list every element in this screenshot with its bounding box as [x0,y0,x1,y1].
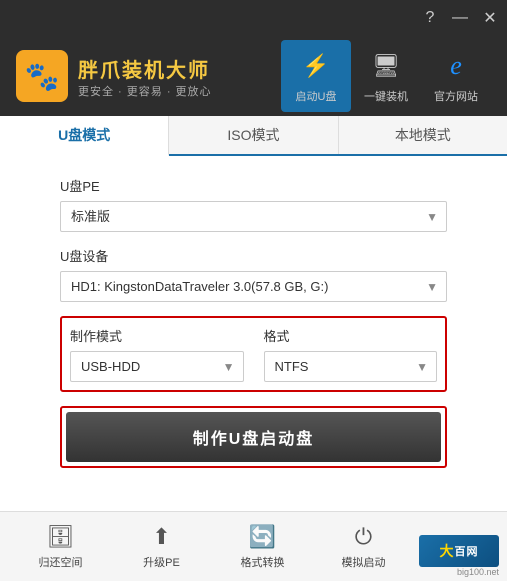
format-select-wrapper: NTFS ▼ [264,351,438,382]
tabs: U盘模式 ISO模式 本地模式 [0,116,507,156]
toolbar-upgrade[interactable]: ⬆ 升级PE [132,524,192,570]
toolbar-restore[interactable]: 🗄 归还空间 [31,524,91,570]
logo-text: 胖爪装机大师 更安全 · 更容易 · 更放心 [78,54,212,99]
official-icon: e [438,48,474,84]
mode-select[interactable]: USB-HDD [71,352,243,381]
app-window: ? — ✕ 🐾 胖爪装机大师 更安全 · 更容易 · 更放心 ⚡ 启动U盘 🖥 … [0,0,507,581]
logo-icon: 🐾 [16,50,68,102]
create-usb-button[interactable]: 制作U盘启动盘 [66,412,441,462]
tab-local-mode[interactable]: 本地模式 [339,116,507,154]
mode-select-wrapper: USB-HDD ▼ [70,351,244,382]
device-select[interactable]: HD1: KingstonDataTraveler 3.0(57.8 GB, G… [61,272,446,301]
format-convert-label: 格式转换 [241,554,285,570]
pe-group: U盘PE 标准版 ▼ [60,176,447,232]
logo-area: 🐾 胖爪装机大师 更安全 · 更容易 · 更放心 [16,50,281,102]
device-select-wrapper: HD1: KingstonDataTraveler 3.0(57.8 GB, G… [60,271,447,302]
nav-item-usb[interactable]: ⚡ 启动U盘 [281,40,351,112]
tab-usb-mode[interactable]: U盘模式 [0,116,169,156]
usb-icon: ⚡ [298,48,334,84]
restore-icon: 🗄 [47,524,75,550]
title-minimize-btn[interactable]: — [451,9,469,27]
nav-item-official[interactable]: e 官方网站 [421,40,491,112]
nav-official-label: 官方网站 [434,88,478,104]
format-select[interactable]: NTFS [265,352,437,381]
pe-label: U盘PE [60,176,447,195]
pe-select-wrapper: 标准版 ▼ [60,201,447,232]
toolbar-format[interactable]: 🔄 格式转换 [233,524,293,570]
upgrade-label: 升级PE [143,554,180,570]
toolbar-simulate[interactable]: ⏻ 模拟启动 [334,524,394,570]
bottom-toolbar: 🗄 归还空间 ⬆ 升级PE 🔄 格式转换 ⏻ 模拟启动 ☁ ☁ 大 百网 big… [0,511,507,581]
app-subtitle: 更安全 · 更容易 · 更放心 [78,83,212,99]
title-close-btn[interactable]: ✕ [481,9,499,27]
mode-group: 制作模式 USB-HDD ▼ [70,326,244,382]
restore-label: 归还空间 [39,554,83,570]
title-bar-controls: ? — ✕ [421,9,499,27]
create-btn-wrapper: 制作U盘启动盘 [60,406,447,468]
mode-label: 制作模式 [70,326,244,345]
nav-usb-label: 启动U盘 [296,88,337,104]
header: 🐾 胖爪装机大师 更安全 · 更容易 · 更放心 ⚡ 启动U盘 🖥 一键装机 e… [0,36,507,116]
format-label: 格式 [264,326,438,345]
format-icon: 🔄 [249,524,276,550]
title-help-btn[interactable]: ? [421,9,439,27]
watermark-brand: 大 百网 [419,535,499,567]
nav-install-label: 一键装机 [364,88,408,104]
watermark-url: big100.net [457,567,499,577]
simulate-label: 模拟启动 [342,554,386,570]
simulate-icon: ⏻ [355,524,372,550]
device-group: U盘设备 HD1: KingstonDataTraveler 3.0(57.8 … [60,246,447,302]
tab-iso-mode[interactable]: ISO模式 [169,116,338,154]
nav-item-install[interactable]: 🖥 一键装机 [351,40,421,112]
format-group: 格式 NTFS ▼ [264,326,438,382]
form-row: 制作模式 USB-HDD ▼ 格式 NTFS ▼ [70,326,437,382]
device-label: U盘设备 [60,246,447,265]
nav-icons: ⚡ 启动U盘 🖥 一键装机 e 官方网站 [281,40,491,112]
watermark: 大 百网 big100.net [419,535,499,577]
install-icon: 🖥 [368,48,404,84]
pe-select[interactable]: 标准版 [61,202,446,231]
mode-format-row: 制作模式 USB-HDD ▼ 格式 NTFS ▼ [60,316,447,392]
title-bar: ? — ✕ [0,0,507,36]
upgrade-icon: ⬆ [152,524,170,550]
app-title: 胖爪装机大师 [78,54,212,83]
